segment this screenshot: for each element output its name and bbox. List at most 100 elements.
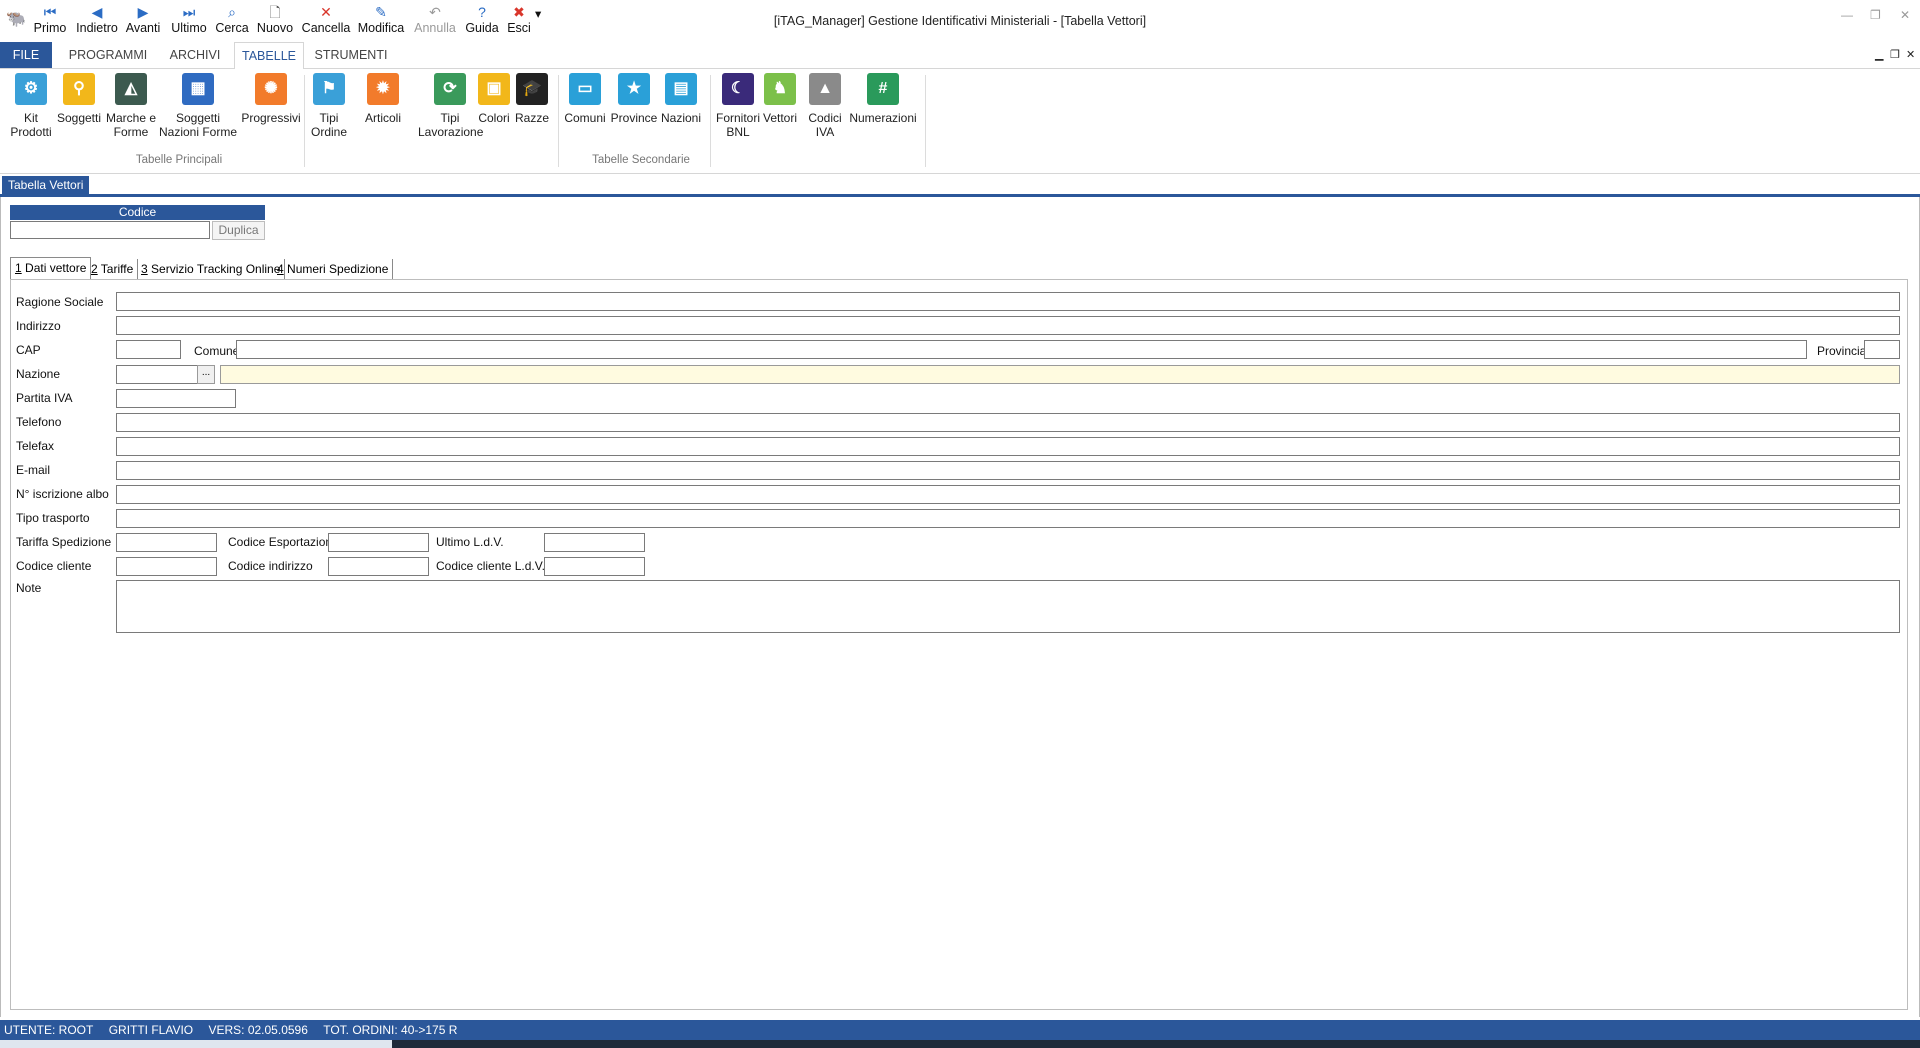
tab-programmi[interactable]: PROGRAMMI: [62, 42, 154, 68]
progressivi-icon: ✺: [255, 73, 287, 105]
telefax-label: Telefax: [16, 439, 55, 453]
tipi-ordine-icon: ⚑: [313, 73, 345, 105]
tab-dati-vettore[interactable]: 1 Dati vettore: [10, 257, 92, 280]
restore-icon[interactable]: ❐: [1870, 8, 1881, 22]
nazioni-button[interactable]: ▤ Nazioni: [658, 73, 704, 125]
tab-numeri-spedizione[interactable]: 4 Numeri Spedizione: [273, 259, 394, 279]
colori-icon: ▣: [478, 73, 510, 105]
fornitori-bnl-icon: ☾: [722, 73, 754, 105]
tab-tariffe[interactable]: 2 Tariffe: [87, 259, 139, 279]
tipi-lavorazione-button[interactable]: ⟳ Tipi Lavorazione: [418, 73, 484, 139]
articoli-icon: ✹: [367, 73, 399, 105]
ribbon-button-label: Colori: [478, 111, 510, 125]
colori-button[interactable]: ▣ Colori: [474, 73, 514, 125]
fornitori-bnl-button[interactable]: ☾ Fornitori BNL: [710, 73, 766, 139]
codice-input[interactable]: [10, 221, 210, 239]
codice-indirizzo-label: Codice indirizzo: [228, 559, 313, 573]
ribbon-button-label-line2: BNL: [726, 125, 750, 139]
codice-cliente-ldv-label: Codice cliente L.d.V.: [436, 559, 545, 573]
quick-access-customize-icon[interactable]: ▾: [535, 6, 541, 40]
partita-iva-field[interactable]: [116, 389, 236, 408]
status-nome: GRITTI FLAVIO: [108, 1023, 194, 1037]
comuni-icon: ▭: [569, 73, 601, 105]
email-label: E-mail: [16, 463, 51, 477]
ribbon-button-label: Razze: [514, 111, 549, 125]
telefono-field[interactable]: [116, 413, 1900, 432]
mdi-close-icon[interactable]: ✕: [1906, 48, 1915, 61]
close-icon[interactable]: ✕: [1900, 8, 1910, 22]
ribbon-button-label: Kit: [23, 111, 38, 125]
numerazioni-button[interactable]: # Numerazioni: [846, 73, 920, 125]
note-textarea[interactable]: [116, 580, 1900, 633]
comune-field[interactable]: [236, 340, 1807, 359]
tab-strumenti[interactable]: STRUMENTI: [310, 42, 392, 68]
codice-esportazione-label: Codice Esportazione: [228, 535, 339, 549]
codice-cliente-label: Codice cliente: [16, 559, 92, 573]
soggetti-nazioni-forme-button[interactable]: ▦ Soggetti Nazioni Forme: [158, 73, 238, 139]
indirizzo-field[interactable]: [116, 316, 1900, 335]
tariffa-spedizione-field[interactable]: [116, 533, 217, 552]
progressivi-button[interactable]: ✺ Progressivi: [238, 73, 304, 125]
codice-indirizzo-field[interactable]: [328, 557, 429, 576]
nazione-description-field[interactable]: [220, 365, 1900, 384]
note-label: Note: [16, 581, 42, 595]
nazione-lookup-button[interactable]: ...: [197, 365, 215, 384]
soggetti-button[interactable]: ⚲ Soggetti: [55, 73, 103, 125]
nazione-label: Nazione: [16, 367, 61, 381]
ribbon-button-label-line2: IVA: [815, 125, 835, 139]
status-ordini: TOT. ORDINI: 40->175 R: [323, 1023, 458, 1037]
ribbon-button-label-line2: Prodotti: [10, 125, 52, 139]
tipo-trasporto-field[interactable]: [116, 509, 1900, 528]
articoli-button[interactable]: ✹ Articoli: [358, 73, 408, 125]
kit-prodotti-icon: ⚙: [15, 73, 47, 105]
vettori-button[interactable]: ♞ Vettori: [760, 73, 800, 125]
marche-forme-button[interactable]: ◭ Marche e Forme: [104, 73, 158, 139]
minimize-icon[interactable]: —: [1841, 8, 1853, 22]
tab-file[interactable]: FILE: [0, 42, 52, 68]
mdi-restore-icon[interactable]: ❐: [1890, 48, 1900, 61]
partita-iva-label: Partita IVA: [16, 391, 73, 405]
mdi-minimize-icon[interactable]: ▁: [1875, 48, 1883, 61]
ribbon-button-label: Soggetti: [56, 111, 102, 125]
tab-archivi[interactable]: ARCHIVI: [162, 42, 228, 68]
comuni-button[interactable]: ▭ Comuni: [560, 73, 610, 125]
codice-header: Codice: [10, 205, 265, 220]
ribbon-button-label: Province: [610, 111, 658, 125]
ribbon-button-label-line2: Lavorazione: [418, 125, 484, 139]
ragione-sociale-field[interactable]: [116, 292, 1900, 311]
nazioni-icon: ▤: [665, 73, 697, 105]
iscrizione-albo-field[interactable]: [116, 485, 1900, 504]
ribbon-button-label: Fornitori: [715, 111, 760, 125]
codice-cliente-field[interactable]: [116, 557, 217, 576]
kit-prodotti-button[interactable]: ⚙ Kit Prodotti: [6, 73, 56, 139]
cap-field[interactable]: [116, 340, 181, 359]
cap-label: CAP: [16, 343, 41, 357]
ribbon-button-label: Nazioni: [660, 111, 702, 125]
codice-cliente-ldv-field[interactable]: [544, 557, 645, 576]
codice-esportazione-field[interactable]: [328, 533, 429, 552]
provincia-label: Provincia: [1817, 344, 1867, 358]
comune-label: Comune: [194, 344, 240, 358]
duplica-button[interactable]: Duplica: [212, 221, 265, 240]
numerazioni-icon: #: [867, 73, 899, 105]
codici-iva-button[interactable]: ▲ Codici IVA: [800, 73, 850, 139]
ribbon-button-label: Comuni: [564, 111, 606, 125]
tipo-trasporto-label: Tipo trasporto: [16, 511, 90, 525]
indirizzo-label: Indirizzo: [16, 319, 61, 333]
iscrizione-albo-label: N° iscrizione albo: [16, 487, 109, 501]
tab-servizio-tracking-online[interactable]: 3 Servizio Tracking Online: [137, 259, 286, 279]
province-button[interactable]: ★ Province: [608, 73, 660, 125]
tariffa-spedizione-label: Tariffa Spedizione: [16, 535, 112, 549]
telefax-field[interactable]: [116, 437, 1900, 456]
razze-icon: 🎓: [516, 73, 548, 105]
razze-button[interactable]: 🎓 Razze: [514, 73, 550, 125]
ultimo-ldv-field[interactable]: [544, 533, 645, 552]
ribbon-panel: ⚙ Kit Prodotti ⚲ Soggetti ◭ Marche e Forme ▦ Sogg…: [0, 69, 1920, 174]
nazione-code-field[interactable]: [116, 365, 198, 384]
provincia-field[interactable]: [1864, 340, 1900, 359]
email-field[interactable]: [116, 461, 1900, 480]
tipi-lavorazione-icon: ⟳: [434, 73, 466, 105]
document-tab[interactable]: Tabella Vettori: [2, 176, 90, 194]
tipi-ordine-button[interactable]: ⚑ Tipi Ordine: [310, 73, 348, 139]
tab-tabelle[interactable]: TABELLE: [234, 42, 304, 70]
